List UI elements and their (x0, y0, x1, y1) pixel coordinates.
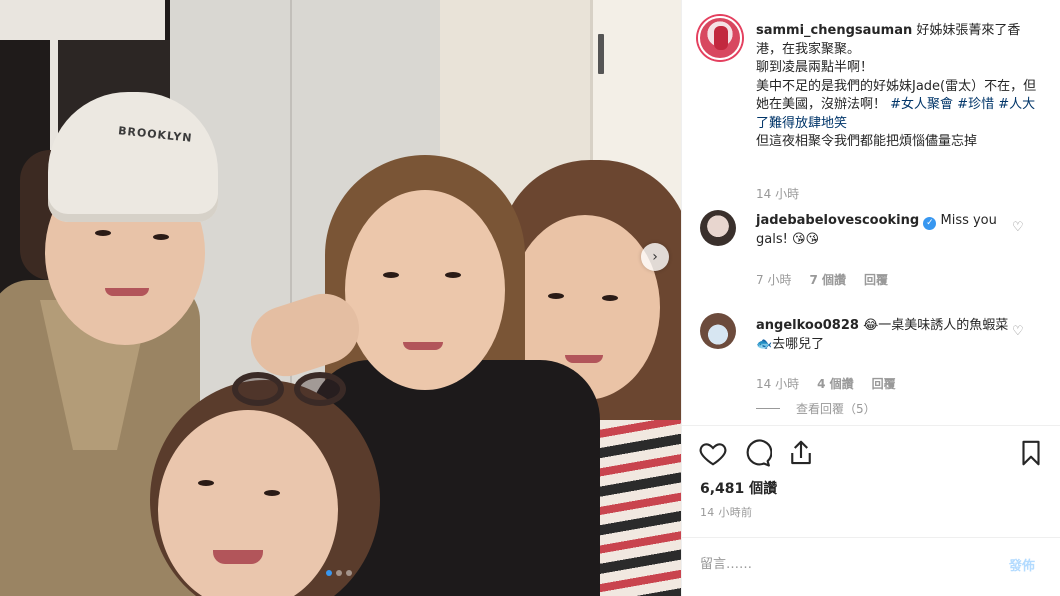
carousel-dot-1 (326, 570, 332, 576)
comment-icon[interactable] (742, 438, 772, 468)
photo-door-frame (0, 0, 165, 40)
author-avatar[interactable] (698, 16, 742, 60)
post-comment-button[interactable]: 發佈 (1009, 555, 1035, 574)
comment: jadebabelovescooking ✓ Miss you gals! 😘😘 (756, 212, 1011, 249)
carousel-dot-3 (346, 570, 352, 576)
carousel-dot-2 (336, 570, 342, 576)
comment-input[interactable] (700, 552, 1000, 576)
comment-likes[interactable]: 4 個讚 (817, 375, 854, 392)
post-photo[interactable]: BROOKLYN › (0, 0, 681, 596)
post-side-panel: sammi_chengsauman 好姊妹張菁來了香港，在我家聚聚。 聊到凌晨兩… (681, 0, 1060, 596)
comment-likes[interactable]: 7 個讚 (809, 271, 846, 288)
commenter-avatar[interactable] (700, 313, 736, 349)
view-replies-label: 查看回覆（5） (796, 402, 876, 416)
post-caption: sammi_chengsauman 好姊妹張菁來了香港，在我家聚聚。 聊到凌晨兩… (756, 22, 1046, 152)
chevron-right-icon: › (652, 249, 658, 265)
comment-username[interactable]: angelkoo0828 (756, 318, 859, 333)
reply-button[interactable]: 回覆 (872, 375, 896, 392)
carousel-next-button[interactable]: › (641, 243, 669, 271)
divider (682, 537, 1060, 538)
heart-icon[interactable] (698, 438, 728, 468)
caption-username[interactable]: sammi_chengsauman (756, 23, 912, 38)
post-timestamp[interactable]: 14 小時前 (700, 504, 752, 520)
comment-username[interactable]: jadebabelovescooking (756, 213, 919, 228)
person-bottom-face (158, 410, 338, 596)
caption-line-4: 但這夜相聚令我們都能把煩惱儘量忘掉 (756, 134, 978, 149)
sunglasses-on-head (232, 372, 352, 412)
likes-count[interactable]: 6,481 個讚 (700, 478, 777, 498)
bookmark-icon[interactable] (1016, 438, 1046, 468)
photo-hinge (598, 34, 604, 74)
comment-meta: 14 小時 4 個讚 回覆 (756, 375, 896, 392)
comment-time[interactable]: 7 小時 (756, 271, 791, 288)
verified-badge-icon: ✓ (923, 217, 937, 230)
view-replies-button[interactable]: 查看回覆（5） (756, 400, 876, 417)
comment-time[interactable]: 14 小時 (756, 375, 799, 392)
caption-timestamp[interactable]: 14 小時 (756, 185, 799, 202)
divider (682, 425, 1060, 426)
carousel-indicator (326, 570, 352, 576)
replies-line (756, 408, 780, 409)
comments-area[interactable]: sammi_chengsauman 好姊妹張菁來了香港，在我家聚聚。 聊到凌晨兩… (682, 0, 1060, 425)
comment-like-heart-icon[interactable]: ♡ (1012, 324, 1024, 339)
commenter-avatar[interactable] (700, 210, 736, 246)
comment-meta: 7 小時 7 個讚 回覆 (756, 271, 888, 288)
person-center-face (345, 190, 505, 390)
share-icon[interactable] (786, 438, 816, 468)
comment: angelkoo0828 😂一桌美味誘人的魚蝦菜🐟去哪兒了 (756, 317, 1011, 354)
post-actions (698, 438, 1048, 470)
reply-button[interactable]: 回覆 (864, 271, 888, 288)
comment-like-heart-icon[interactable]: ♡ (1012, 220, 1024, 235)
caption-line-2: 聊到凌晨兩點半啊！ (756, 60, 874, 75)
